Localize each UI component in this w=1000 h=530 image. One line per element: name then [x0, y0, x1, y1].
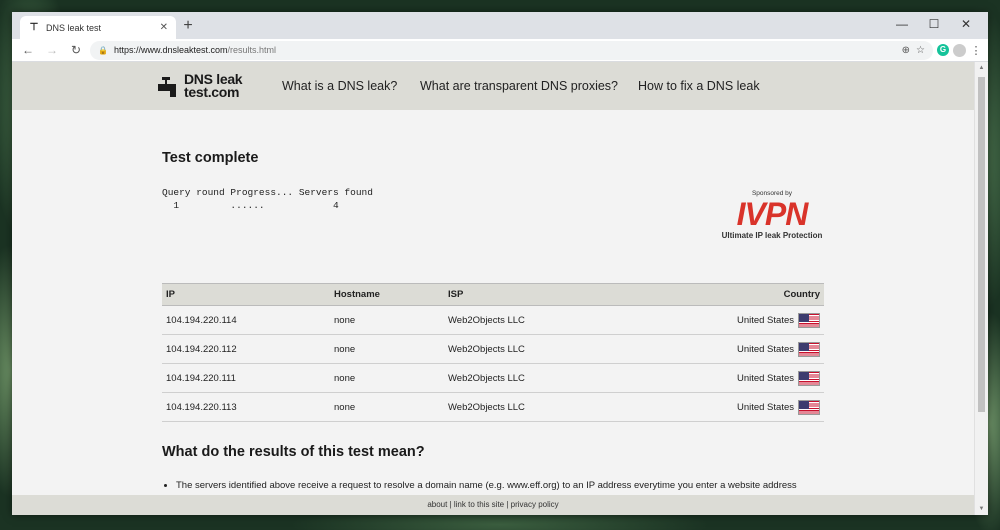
us-flag-icon [798, 341, 820, 357]
url-host: https://www.dnsleaktest.com [113, 45, 228, 55]
tab-title: DNS leak test [46, 22, 102, 33]
table-row: 104.194.220.111 none Web2Objects LLC Uni… [162, 363, 824, 393]
back-icon[interactable]: ← [18, 43, 38, 57]
lock-icon[interactable]: 🔒 [98, 46, 108, 55]
cell-hostname: none [330, 334, 444, 364]
col-ip: IP [162, 283, 330, 306]
us-flag-icon [798, 370, 820, 386]
cell-country: United States [627, 334, 824, 364]
ivpn-logo: IVPN [736, 196, 809, 232]
cell-hostname: none [330, 363, 444, 393]
nav-what-is-dns-leak[interactable]: What is a DNS leak? [282, 79, 397, 93]
results-meaning-heading: What do the results of this test mean? [162, 444, 425, 460]
zoom-icon[interactable]: ⊕ [902, 45, 910, 56]
table-row: 104.194.220.112 none Web2Objects LLC Uni… [162, 334, 824, 364]
cell-isp: Web2Objects LLC [444, 305, 628, 335]
logo-line2: test.com [184, 84, 240, 100]
progress-report: Query round Progress... Servers found 1 … [162, 186, 373, 212]
tap-logo-icon [158, 74, 180, 98]
cell-hostname: none [330, 305, 444, 335]
col-hostname: Hostname [330, 283, 444, 306]
minimize-icon[interactable]: — [886, 14, 918, 34]
url-path: /results.html [227, 45, 277, 55]
browser-window: ⊤ DNS leak test ✕ + — ☐ ✕ ← → ↻ 🔒 https:… [12, 12, 988, 515]
sponsor-banner[interactable]: Sponsored by IVPN Ultimate IP leak Prote… [717, 190, 827, 240]
country-name: United States [736, 372, 794, 384]
address-bar[interactable]: 🔒 https://www.dnsleaktest.com/results.ht… [90, 40, 933, 60]
window-controls: — ☐ ✕ [886, 14, 982, 34]
scrollbar-thumb[interactable] [978, 77, 985, 412]
sponsor-tagline: Ultimate IP leak Protection [721, 231, 823, 240]
close-window-icon[interactable]: ✕ [950, 14, 982, 34]
country-name: United States [736, 314, 794, 326]
list-item: The servers identified above receive a r… [176, 480, 797, 491]
browser-toolbar: ← → ↻ 🔒 https://www.dnsleaktest.com/resu… [12, 39, 988, 62]
maximize-icon[interactable]: ☐ [918, 14, 950, 34]
tap-favicon-icon: ⊤ [29, 21, 39, 33]
us-flag-icon [798, 399, 820, 415]
reload-icon[interactable]: ↻ [66, 43, 86, 57]
grammarly-extension-icon[interactable]: G [937, 44, 949, 56]
table-header-row: IP Hostname ISP Country [162, 283, 824, 306]
cell-isp: Web2Objects LLC [444, 363, 628, 393]
cell-country: United States [627, 363, 824, 393]
profile-avatar-icon[interactable] [953, 43, 966, 57]
page-viewport: DNS leak test.com What is a DNS leak? Wh… [12, 62, 974, 515]
col-isp: ISP [444, 283, 628, 306]
footer-privacy-link[interactable]: privacy policy [511, 500, 559, 509]
browser-tab[interactable]: ⊤ DNS leak test ✕ [20, 16, 176, 39]
site-header: DNS leak test.com What is a DNS leak? Wh… [12, 62, 974, 110]
cell-country: United States [627, 305, 824, 335]
country-name: United States [736, 343, 794, 355]
us-flag-icon [798, 312, 820, 328]
site-logo[interactable]: DNS leak test.com [158, 72, 243, 100]
table-row: 104.194.220.113 none Web2Objects LLC Uni… [162, 392, 824, 422]
site-footer: about | link to this site | privacy poli… [12, 495, 974, 515]
footer-link-to-site[interactable]: link to this site [454, 500, 504, 509]
footer-about-link[interactable]: about [427, 500, 447, 509]
col-country: Country [627, 283, 824, 306]
tab-strip: ⊤ DNS leak test ✕ + — ☐ ✕ [12, 12, 988, 39]
nav-how-to-fix[interactable]: How to fix a DNS leak [638, 79, 760, 93]
scroll-up-icon[interactable]: ▲ [975, 62, 988, 74]
nav-transparent-dns-proxies[interactable]: What are transparent DNS proxies? [420, 79, 618, 93]
cell-ip: 104.194.220.112 [162, 334, 330, 364]
progress-values: 1 ...... 4 [162, 200, 339, 211]
cell-ip: 104.194.220.111 [162, 363, 330, 393]
country-name: United States [736, 401, 794, 413]
bookmark-star-icon[interactable]: ☆ [916, 45, 925, 56]
page-scrollbar[interactable]: ▲ ▼ [974, 62, 988, 515]
results-table: IP Hostname ISP Country 104.194.220.114 … [162, 283, 824, 422]
tab-close-icon[interactable]: ✕ [160, 22, 168, 33]
cell-isp: Web2Objects LLC [444, 392, 628, 422]
menu-dots-icon[interactable]: ⋮ [970, 44, 982, 57]
scroll-down-icon[interactable]: ▼ [975, 503, 988, 515]
page-title: Test complete [162, 150, 259, 166]
explanation-list: The servers identified above receive a r… [176, 480, 797, 491]
table-row: 104.194.220.114 none Web2Objects LLC Uni… [162, 305, 824, 335]
cell-country: United States [627, 392, 824, 422]
cell-ip: 104.194.220.114 [162, 305, 330, 335]
forward-icon[interactable]: → [42, 43, 62, 57]
cell-isp: Web2Objects LLC [444, 334, 628, 364]
new-tab-button[interactable]: + [178, 17, 198, 35]
url-text[interactable]: https://www.dnsleaktest.com/results.html [114, 45, 896, 55]
cell-hostname: none [330, 392, 444, 422]
progress-header: Query round Progress... Servers found [162, 187, 373, 198]
cell-ip: 104.194.220.113 [162, 392, 330, 422]
